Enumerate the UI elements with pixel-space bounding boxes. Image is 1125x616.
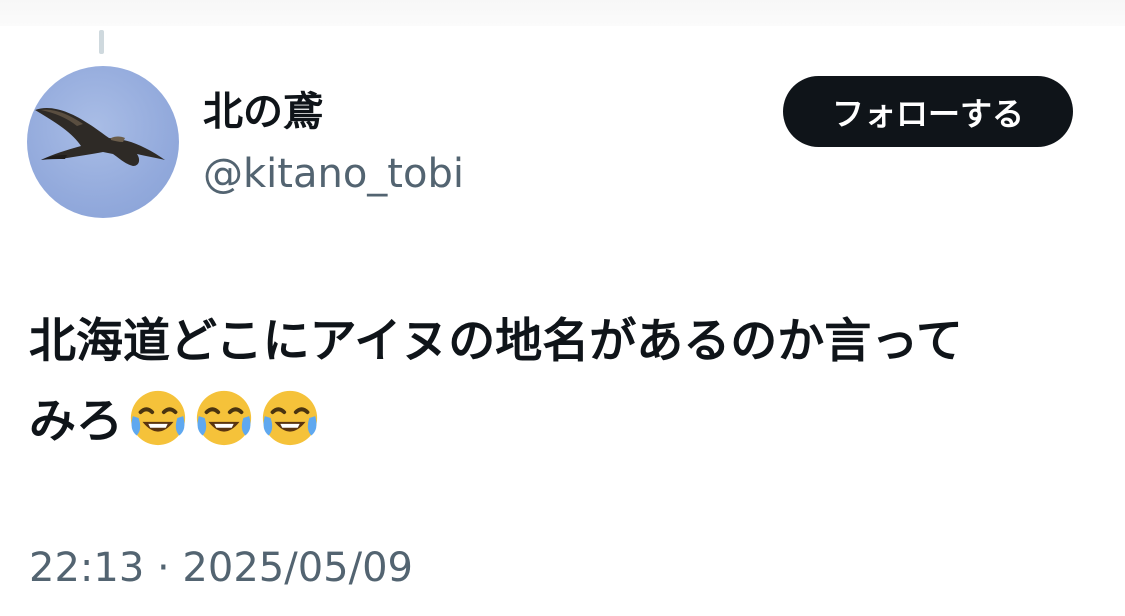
previous-tweet-edge xyxy=(0,0,1125,26)
tweet-text-line-1: 北海道どこにアイヌの地名があるのか言って xyxy=(29,314,963,369)
tweet-detail-screen: 北の鳶 @kitano_tobi フォローする 北海道どこにアイヌの地名があるの… xyxy=(0,0,1125,616)
avatar[interactable] xyxy=(27,66,179,218)
tweet-text: 北海道どこにアイヌの地名があるのか言って みろ xyxy=(29,302,1104,462)
tweet-text-line-2: みろ xyxy=(29,382,1104,462)
face-with-tears-of-joy-icon xyxy=(262,390,318,446)
tweet-timestamp[interactable]: 22:13 · 2025/05/09 xyxy=(29,540,413,596)
thread-connector-line xyxy=(99,30,104,54)
kite-bird-icon xyxy=(35,107,165,166)
tweet-text-line-2-text: みろ xyxy=(29,394,123,449)
display-name[interactable]: 北の鳶 xyxy=(203,86,323,138)
follow-button[interactable]: フォローする xyxy=(783,76,1073,147)
face-with-tears-of-joy-icon xyxy=(130,390,186,446)
user-handle[interactable]: @kitano_tobi xyxy=(203,148,464,200)
face-with-tears-of-joy-icon xyxy=(196,390,252,446)
